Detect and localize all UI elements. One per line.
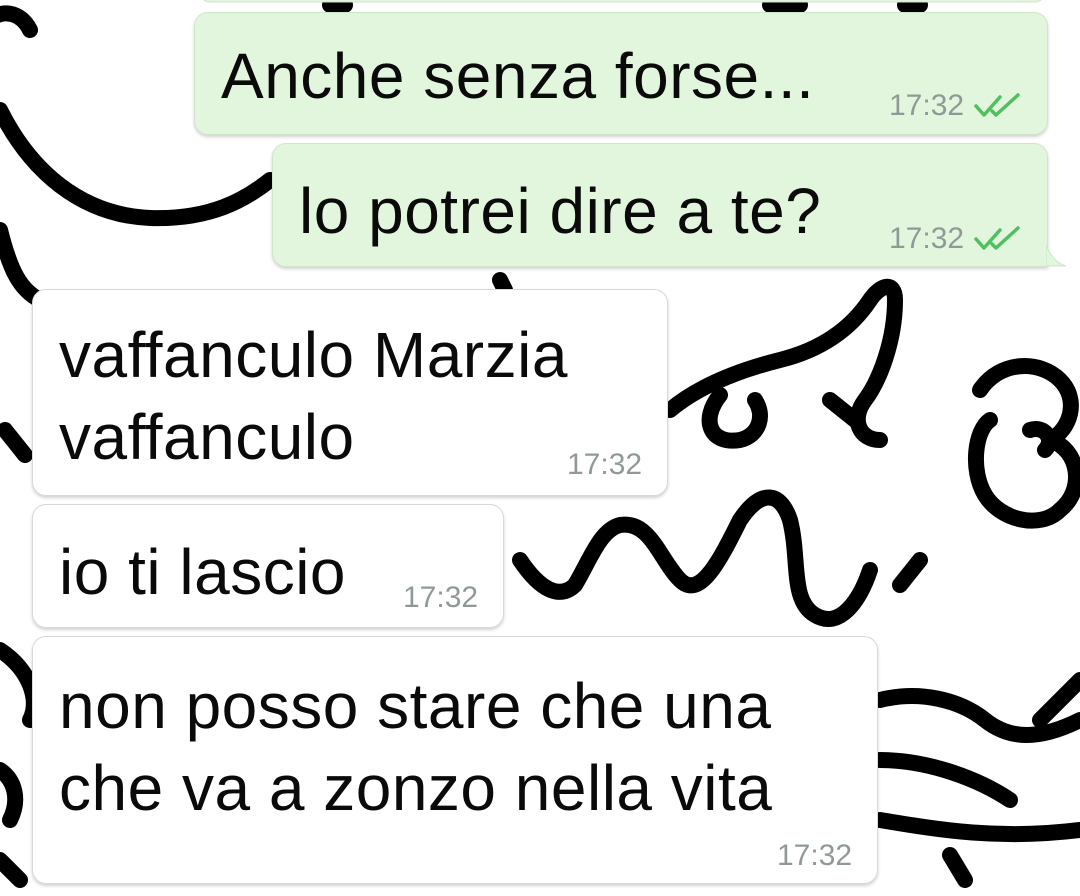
message-bubble-outgoing[interactable]: lo potrei dire a te? 17:32 [272,143,1048,267]
bubble-tail [1046,245,1067,267]
double-check-icon [974,93,1020,117]
message-meta: 17:32 [889,222,1022,256]
message-meta: 17:32 [567,448,642,482]
message-text-line: che va a zonzo nella vita [59,752,773,824]
message-text: Anche senza forse... [221,40,815,112]
message-meta: 17:32 [777,839,852,873]
message-time: 17:32 [567,448,643,481]
message-bubble-incoming[interactable]: non posso stare che una che va a zonzo n… [32,636,878,884]
double-check-icon [974,226,1020,250]
message-time: 17:32 [403,581,479,614]
message-bubble-incoming[interactable]: io ti lascio 17:32 [32,504,504,628]
message-text-line: vaffanculo Marzia [59,319,568,391]
message-time: 17:32 [889,222,965,255]
message-meta: 17:32 [403,581,478,615]
message-text-line: vaffanculo [59,401,355,473]
message-bubble-outgoing[interactable]: Anche senza forse... 17:32 [194,12,1048,135]
message-time: 17:32 [889,89,965,122]
message-meta: 17:32 [889,89,1022,123]
message-text: lo potrei dire a te? [299,175,822,247]
message-text: io ti lascio [59,536,346,608]
message-bubble-incoming[interactable]: vaffanculo Marzia vaffanculo 17:32 [32,289,668,496]
message-time: 17:32 [777,839,853,872]
message-text-line: non posso stare che una [59,670,772,742]
